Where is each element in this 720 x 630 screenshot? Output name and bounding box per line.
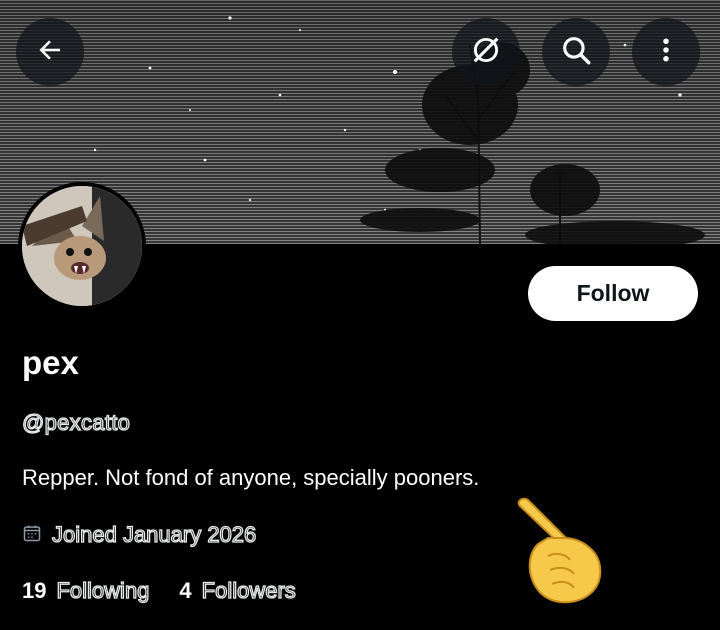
back-arrow-icon — [35, 35, 65, 70]
more-button[interactable] — [632, 18, 700, 86]
following-label: Following — [56, 577, 150, 603]
follow-button[interactable]: Follow — [528, 266, 698, 321]
search-icon — [559, 33, 593, 72]
more-vertical-icon — [651, 35, 681, 70]
following-count: 19 — [22, 578, 47, 603]
followers-link[interactable]: 4 Followers — [179, 577, 296, 604]
display-name: pex — [22, 344, 79, 381]
joined-text: Joined January 2026 — [51, 521, 257, 547]
followers-label: Followers — [201, 577, 296, 603]
following-link[interactable]: 19 Following — [22, 577, 150, 604]
back-button[interactable] — [16, 18, 84, 86]
calendar-icon — [22, 523, 42, 548]
handle: @pexcatto — [21, 409, 131, 435]
search-button[interactable] — [542, 18, 610, 86]
follow-stats: 19 Following 4 Followers — [22, 577, 326, 604]
bio: Repper. Not fond of anyone, specially po… — [22, 465, 480, 490]
followers-count: 4 — [179, 578, 192, 603]
pointing-hand-emoji — [508, 494, 608, 614]
joined-date: Joined January 2026 — [22, 521, 257, 548]
avatar[interactable] — [18, 182, 146, 310]
grok-icon — [469, 33, 503, 72]
grok-button[interactable] — [452, 18, 520, 86]
